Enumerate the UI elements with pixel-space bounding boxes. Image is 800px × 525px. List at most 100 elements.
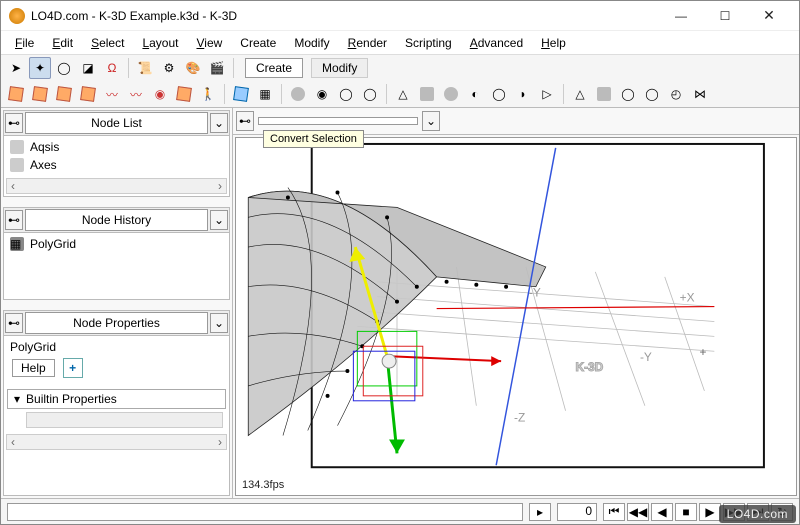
prim-cube-b[interactable] [230,83,252,105]
scrollbar-horizontal[interactable]: ‹› [6,434,227,450]
menu-view[interactable]: View [188,34,230,52]
property-field[interactable] [26,412,223,428]
pointer-tool-icon[interactable]: ➤ [5,57,27,79]
list-item[interactable]: Axes [6,156,227,174]
magnet-tool-icon[interactable]: Ω [101,57,123,79]
viewport-3d[interactable]: +X -Y -Z -Y K-3D + 134.3fps [235,137,797,496]
menu-edit[interactable]: Edit [44,34,81,52]
prim-cube4[interactable] [77,83,99,105]
prim-para[interactable]: ◐ [464,83,486,105]
prim-cylinder[interactable] [416,83,438,105]
tab-create[interactable]: Create [245,58,303,78]
menu-file[interactable]: File [7,34,42,52]
prim-torus1[interactable]: ◯ [335,83,357,105]
pin-icon[interactable]: ⊷ [5,113,23,133]
status-bar: ▸ 0 ⏮ ◀◀ ◀ ■ ▶ ▶▶ ⏭ ↻ [1,498,799,524]
prim-cube5[interactable] [173,83,195,105]
chevron-down-icon[interactable]: ⌄ [210,313,228,333]
prim-human[interactable]: 🚶 [197,83,219,105]
viewport-panel: ⊷ ⌄ Convert Selection [233,108,799,498]
scale-tool-icon[interactable]: ◪ [77,57,99,79]
tab-modify[interactable]: Modify [311,58,368,78]
list-item[interactable]: ▦ PolyGrid [6,235,227,253]
menu-help[interactable]: Help [533,34,574,52]
pin-icon[interactable]: ⊷ [5,313,23,333]
animate-icon[interactable]: 🎬 [206,57,228,79]
prim-grid[interactable]: ▦ [254,83,276,105]
prim-cone2[interactable]: △ [569,83,591,105]
node-icon [10,140,24,154]
toolbar-primitives-row: 〰 〰 ◉ 🚶 ▦ ◉ ◯ ◯ △ ◐ ◯ ◗ ▷ △ ◯ ◯ ◴ ⋈ [1,81,799,107]
menu-modify[interactable]: Modify [286,34,337,52]
menu-layout[interactable]: Layout [134,34,186,52]
prim-dot[interactable]: ◉ [311,83,333,105]
help-button[interactable]: Help [12,359,55,377]
prim-hyp[interactable]: ◯ [488,83,510,105]
prim-bowtie[interactable]: ⋈ [689,83,711,105]
close-button[interactable]: ✕ [747,2,791,30]
menu-select[interactable]: Select [83,34,132,52]
add-button[interactable]: + [63,358,83,378]
prev-frame-button[interactable]: ◀◀ [627,503,649,521]
panel-title-node-props[interactable]: Node Properties [25,312,208,334]
move-tool-icon[interactable]: ✦ [29,57,51,79]
prim-cube2[interactable] [29,83,51,105]
prim-disk[interactable] [440,83,462,105]
menu-scripting[interactable]: Scripting [397,34,460,52]
frame-number[interactable]: 0 [557,503,597,521]
node-history-item-label: PolyGrid [30,237,76,251]
prim-torus2[interactable]: ◯ [359,83,381,105]
stepper-down[interactable]: ▸ [529,503,551,521]
logo-text: K-3D [576,360,604,374]
property-row [6,410,227,430]
menu-create[interactable]: Create [232,34,284,52]
prim-blob[interactable]: ◉ [149,83,171,105]
prim-sphere[interactable] [287,83,309,105]
section-builtin-properties[interactable]: ▾ Builtin Properties [7,389,226,409]
minimize-button[interactable]: — [659,2,703,30]
list-item[interactable]: Aqsis [6,138,227,156]
prim-cone[interactable]: △ [392,83,414,105]
play-reverse-button[interactable]: ◀ [651,503,673,521]
pin-icon[interactable]: ⊷ [5,210,23,230]
maximize-button[interactable]: ☐ [703,2,747,30]
scrollbar-horizontal[interactable]: ‹› [6,178,227,194]
stop-button[interactable]: ■ [675,503,697,521]
viewport-dropdown[interactable] [258,117,418,125]
node-list-item-label: Aqsis [30,140,59,154]
chevron-down-icon[interactable]: ⌄ [210,210,228,230]
rotate-tool-icon[interactable]: ◯ [53,57,75,79]
axis-label-mz: -Z [514,411,525,425]
panel-title-node-list[interactable]: Node List [25,112,208,134]
node-list-item-label: Axes [30,158,57,172]
prim-cube3[interactable] [53,83,75,105]
menu-render[interactable]: Render [340,34,395,52]
panel-title-node-history[interactable]: Node History [25,209,208,231]
scene-svg: +X -Y -Z -Y K-3D + [236,138,796,495]
axis-label-px: +X [680,291,695,305]
prim-cyl2[interactable] [593,83,615,105]
play-button[interactable]: ▶ [699,503,721,521]
pin-icon[interactable]: ⊷ [236,111,254,131]
prim-hemi[interactable]: ◗ [512,83,534,105]
first-frame-button[interactable]: ⏮ [603,503,625,521]
status-message [7,503,523,521]
prim-curve2[interactable]: 〰 [125,83,147,105]
script-icon[interactable]: 📜 [134,57,156,79]
chevron-down-icon[interactable]: ⌄ [210,113,228,133]
chevron-down-icon[interactable]: ⌄ [422,111,440,131]
panel-node-history: ⊷ Node History ⌄ ▦ PolyGrid [3,207,230,300]
window-title: LO4D.com - K-3D Example.k3d - K-3D [31,9,659,23]
prim-ring2[interactable]: ◯ [641,83,663,105]
prim-curve1[interactable]: 〰 [101,83,123,105]
prim-cube1[interactable] [5,83,27,105]
caret-down-icon: ▾ [14,392,20,406]
panel-node-list: ⊷ Node List ⌄ Aqsis Axes ‹› [3,110,230,197]
prim-clock[interactable]: ◴ [665,83,687,105]
cog-icon[interactable]: ⚙ [158,57,180,79]
prim-play[interactable]: ▷ [536,83,558,105]
render-icon[interactable]: 🎨 [182,57,204,79]
prim-ring1[interactable]: ◯ [617,83,639,105]
menu-advanced[interactable]: Advanced [462,34,531,52]
viewport-toolbar: ⊷ ⌄ Convert Selection [233,108,799,135]
